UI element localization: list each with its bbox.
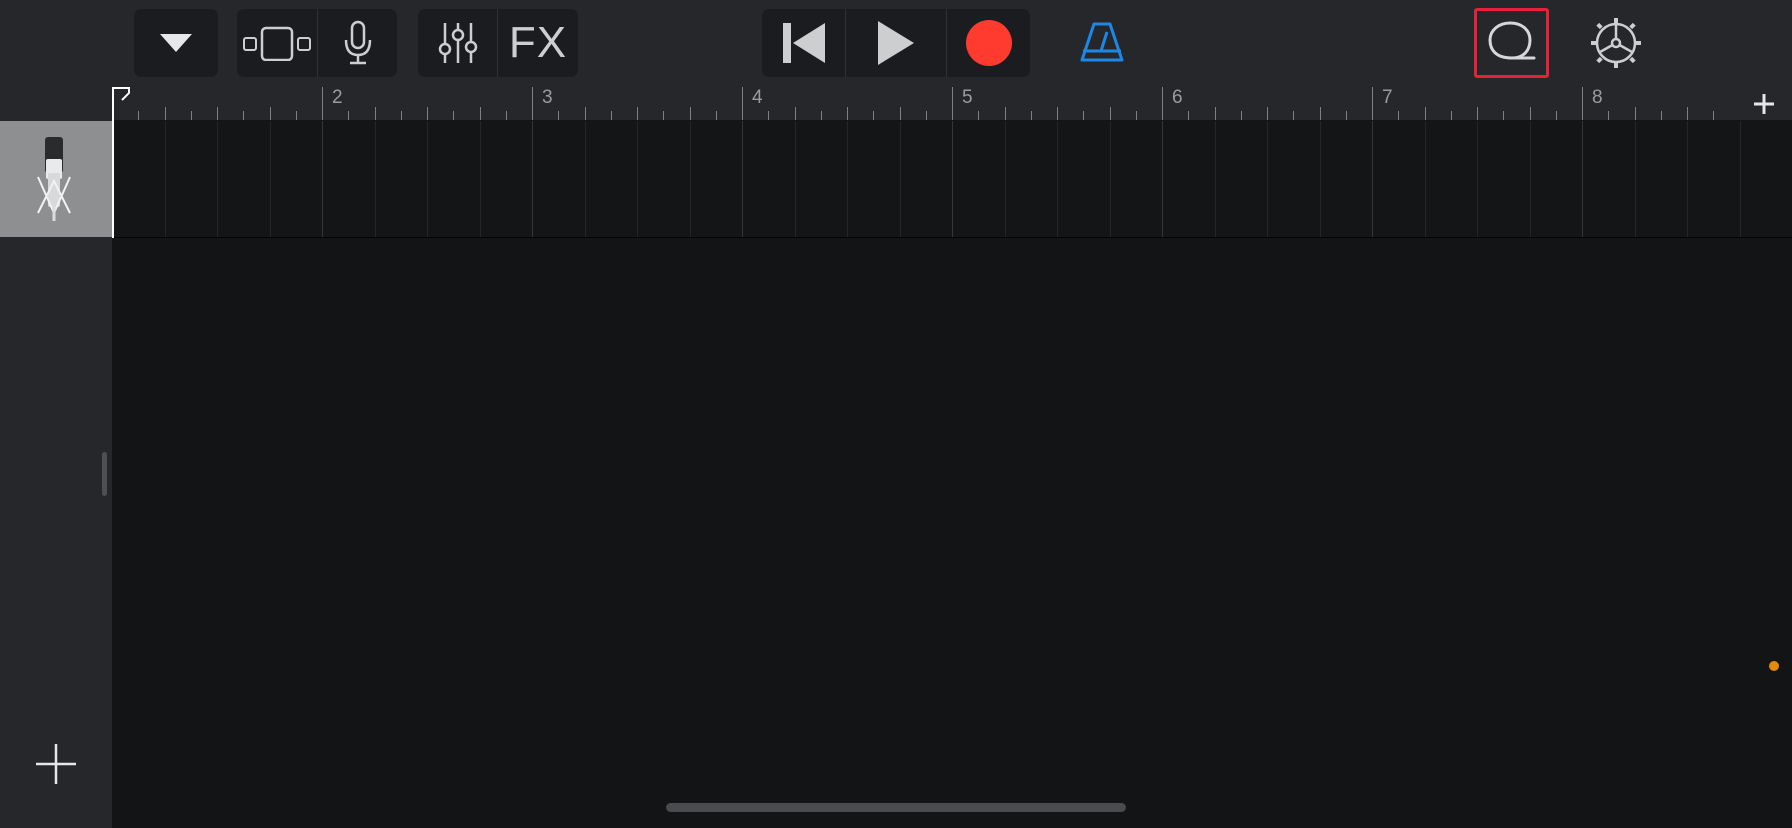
- metronome-icon: [1080, 22, 1124, 62]
- track-lane[interactable]: [112, 121, 1792, 238]
- browser-group: [134, 9, 218, 77]
- toolbar: FX: [0, 0, 1792, 87]
- gear-icon: [1591, 18, 1641, 68]
- bar-number: 8: [1592, 87, 1603, 108]
- fx-label: FX: [508, 18, 568, 67]
- loop-browser-button[interactable]: [1474, 8, 1549, 78]
- bar-number: 3: [542, 87, 553, 108]
- loop-icon: [1487, 21, 1535, 60]
- tracks-view-button[interactable]: [237, 9, 317, 77]
- play-icon: [878, 21, 914, 65]
- timeline-ruler[interactable]: 2 3 4 5 6 7 8: [112, 87, 1792, 120]
- record-button[interactable]: [947, 9, 1030, 77]
- home-indicator[interactable]: [666, 803, 1126, 812]
- microphone-instrument-icon: [37, 137, 71, 221]
- add-track-button[interactable]: [30, 738, 82, 790]
- go-to-beginning-button[interactable]: [762, 9, 845, 77]
- tracks-view-icon: [243, 26, 311, 61]
- skip-back-icon: [782, 23, 825, 63]
- mixer-group: FX: [418, 9, 578, 77]
- bar-number: 2: [332, 87, 343, 108]
- bar-number: 5: [962, 87, 973, 108]
- triangle-down-icon: [160, 34, 192, 52]
- bar-number: 4: [752, 87, 763, 108]
- microphone-icon: [344, 20, 371, 65]
- settings-button[interactable]: [1578, 9, 1654, 77]
- status-dot: [1769, 661, 1779, 671]
- add-section-button[interactable]: [1736, 87, 1792, 120]
- playhead[interactable]: [112, 87, 114, 238]
- bar-number: 7: [1382, 87, 1393, 108]
- panel-resize-handle[interactable]: [102, 452, 107, 496]
- plus-icon: [36, 744, 76, 784]
- plus-icon: [1754, 93, 1774, 114]
- ruler-ticks: [112, 87, 1714, 120]
- microphone-button[interactable]: [318, 9, 397, 77]
- record-icon: [965, 20, 1012, 66]
- sliders-icon: [438, 23, 477, 63]
- playhead-handle-icon[interactable]: [112, 87, 130, 107]
- play-button[interactable]: [846, 9, 946, 77]
- browser-dropdown-button[interactable]: [134, 9, 218, 77]
- fx-button[interactable]: FX: [498, 9, 578, 77]
- view-group: [237, 9, 397, 77]
- bar-number: 6: [1172, 87, 1183, 108]
- mixer-button[interactable]: [418, 9, 497, 77]
- lane-grid: [112, 121, 1741, 237]
- metronome-button[interactable]: [1068, 9, 1136, 77]
- track-header-audio-recorder[interactable]: [0, 121, 112, 237]
- transport-group: [762, 9, 1030, 77]
